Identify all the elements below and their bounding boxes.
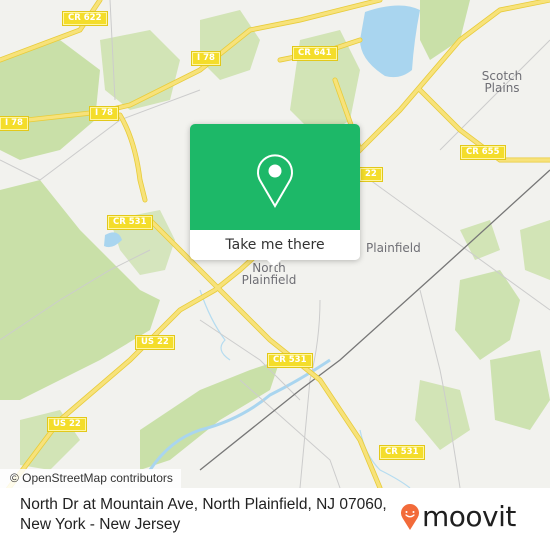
- place-label-plainfield: Plainfield: [366, 241, 421, 255]
- footer: North Dr at Mountain Ave, North Plainfie…: [0, 488, 550, 550]
- address-line-2: New York - New Jersey: [20, 516, 181, 533]
- moovit-logo[interactable]: moovit: [400, 500, 516, 534]
- road-label-cr641: CR 641: [293, 47, 337, 60]
- map[interactable]: CR 622 I 78 I 78 I 78 CR 641 CR 655 22 C…: [0, 0, 550, 488]
- moovit-wordmark: moovit: [422, 500, 516, 533]
- moovit-pin-smile-icon: [401, 504, 419, 530]
- address-text: North Dr at Mountain Ave, North Plainfie…: [20, 495, 410, 535]
- road-label-i78: I 78: [192, 52, 220, 65]
- road-label-i78: I 78: [90, 107, 118, 120]
- road-label-cr531: CR 531: [380, 446, 424, 459]
- popup-pointer: [265, 258, 283, 267]
- road-label-us22: US 22: [48, 418, 86, 431]
- place-label-line: Plainfield: [241, 273, 297, 287]
- road-label-cr531: CR 531: [108, 216, 152, 229]
- address-line-1: North Dr at Mountain Ave, North Plainfie…: [20, 496, 387, 513]
- place-label-line: Plains: [484, 81, 520, 95]
- map-attribution[interactable]: © OpenStreetMap contributors: [0, 469, 181, 488]
- place-label-scotch-plains: Scotch Plains: [472, 70, 532, 94]
- road-label-cr655: CR 655: [461, 146, 505, 159]
- map-pin-icon: [257, 154, 293, 208]
- popup-header: [190, 124, 360, 230]
- take-me-there-button[interactable]: Take me there: [190, 230, 360, 260]
- location-popup: Take me there: [190, 124, 360, 267]
- road-label-i78: I 78: [0, 117, 28, 130]
- road-label-cr531: CR 531: [268, 354, 312, 367]
- road-label-us22: US 22: [136, 336, 174, 349]
- road-label-cr622: CR 622: [63, 12, 107, 25]
- road-label-us22: 22: [360, 168, 382, 181]
